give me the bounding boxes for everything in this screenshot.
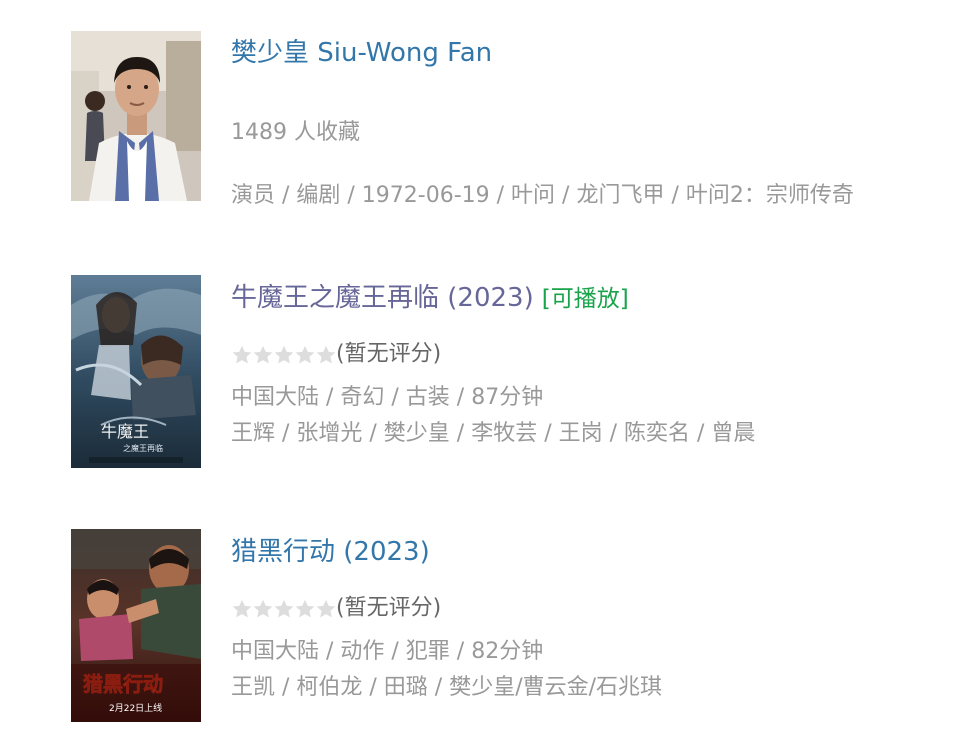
movie-title-link[interactable]: 牛魔王之魔王再临 (2023) bbox=[231, 283, 534, 313]
star-empty-icon bbox=[316, 345, 336, 364]
movie-cast: 王凯 / 柯伯龙 / 田璐 / 樊少皇/曹云金/石兆琪 bbox=[231, 675, 663, 700]
star-empty-icon bbox=[253, 345, 273, 364]
search-result-movie: 牛魔王 之魔王再临 牛魔王之魔王再临 (2023) [可播放] (暂无评分) 中国… bbox=[0, 250, 974, 490]
movie-meta: 中国大陆 / 奇幻 / 古装 / 87分钟 bbox=[231, 385, 544, 410]
movie-title-row: 猎黑行动 (2023) bbox=[231, 536, 430, 568]
star-empty-icon bbox=[253, 599, 273, 618]
star-empty-icon bbox=[295, 599, 315, 618]
svg-text:猎黑行动: 猎黑行动 bbox=[83, 672, 163, 696]
movie-poster-icon: 牛魔王 之魔王再临 bbox=[71, 275, 201, 468]
person-name-link[interactable]: 樊少皇 Siu-Wong Fan bbox=[231, 37, 492, 69]
star-empty-icon bbox=[232, 345, 252, 364]
movie-title-row: 牛魔王之魔王再临 (2023) [可播放] bbox=[231, 282, 629, 315]
star-empty-icon bbox=[274, 599, 294, 618]
movie-poster[interactable]: 猎黑行动 2月22日上线 bbox=[71, 529, 201, 722]
svg-text:之魔王再临: 之魔王再临 bbox=[123, 443, 163, 453]
person-photo[interactable] bbox=[71, 31, 201, 201]
star-empty-icon bbox=[316, 599, 336, 618]
rating-row: (暂无评分) bbox=[231, 339, 441, 370]
playable-badge[interactable]: [可播放] bbox=[542, 286, 629, 312]
rating-text: (暂无评分) bbox=[336, 595, 442, 621]
portrait-photo-icon bbox=[71, 31, 201, 201]
movie-poster[interactable]: 牛魔王 之魔王再临 bbox=[71, 275, 201, 468]
movie-meta: 中国大陆 / 动作 / 犯罪 / 82分钟 bbox=[231, 639, 544, 664]
movie-cast: 王辉 / 张增光 / 樊少皇 / 李牧芸 / 王岗 / 陈奕名 / 曾晨 bbox=[231, 421, 756, 446]
search-result-person: 樊少皇 Siu-Wong Fan 1489 人收藏 演员 / 编剧 / 1972… bbox=[0, 0, 974, 240]
movie-poster-icon: 猎黑行动 2月22日上线 bbox=[71, 529, 201, 722]
svg-text:牛魔王: 牛魔王 bbox=[101, 422, 149, 441]
movie-title-link[interactable]: 猎黑行动 (2023) bbox=[231, 537, 430, 567]
rating-stars bbox=[231, 594, 336, 624]
collection-count: 1489 人收藏 bbox=[231, 120, 360, 145]
search-result-movie: 猎黑行动 2月22日上线 猎黑行动 (2023) (暂无评分) 中国大陆 / 动… bbox=[0, 504, 974, 747]
star-empty-icon bbox=[274, 345, 294, 364]
star-empty-icon bbox=[232, 599, 252, 618]
rating-row: (暂无评分) bbox=[231, 593, 441, 624]
person-details: 演员 / 编剧 / 1972-06-19 / 叶问 / 龙门飞甲 / 叶问2：宗… bbox=[231, 183, 854, 208]
svg-text:2月22日上线: 2月22日上线 bbox=[109, 702, 162, 714]
star-empty-icon bbox=[295, 345, 315, 364]
rating-text: (暂无评分) bbox=[336, 341, 442, 367]
rating-stars bbox=[231, 340, 336, 370]
